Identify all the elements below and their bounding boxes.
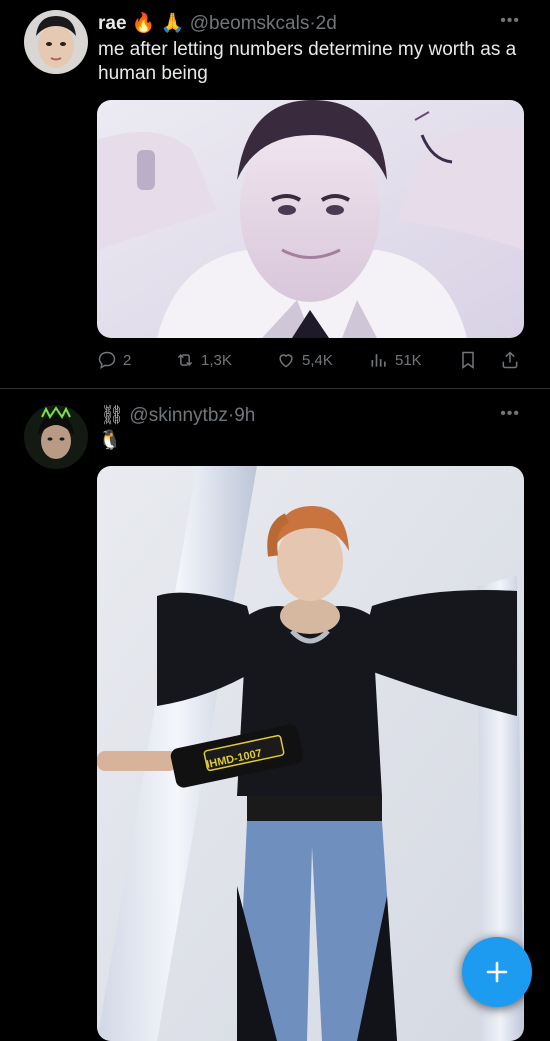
tweet-2[interactable]: ⛓ @skinnytbz·9h ••• 🐧 IHMD-1007 (0, 389, 550, 1041)
reply-count: 2 (123, 351, 132, 369)
fire-emoji: 🔥 (131, 13, 156, 34)
reply-button[interactable]: 2 (97, 350, 131, 370)
tweet-1[interactable]: rae 🔥 🙏 @beomskcals·2d ••• me after lett… (0, 0, 550, 388)
more-options-icon[interactable]: ••• (500, 12, 520, 30)
plus-icon (486, 961, 508, 983)
retweet-button[interactable]: 1,3K (175, 350, 232, 370)
tweet-media[interactable] (97, 100, 524, 338)
avatar[interactable] (24, 405, 88, 469)
tweet-text: 🐧 (98, 430, 122, 451)
bookmark-icon (462, 351, 474, 369)
timestamp[interactable]: 2d (316, 13, 337, 34)
display-name[interactable]: rae (98, 13, 127, 34)
like-count: 5,4K (302, 351, 333, 369)
avatar[interactable] (24, 10, 88, 74)
tweet-header: rae 🔥 🙏 @beomskcals·2d (98, 11, 337, 35)
retweet-count: 1,3K (201, 351, 232, 369)
bookmark-button[interactable] (458, 350, 478, 370)
reply-icon (98, 351, 116, 369)
more-options-icon[interactable]: ••• (500, 405, 520, 423)
tweet-header: ⛓ @skinnytbz·9h (100, 403, 255, 427)
compose-button[interactable] (462, 937, 532, 1007)
tweet-media[interactable]: IHMD-1007 (97, 466, 524, 1041)
share-button[interactable] (500, 350, 520, 370)
display-name-symbol[interactable]: ⛓ (100, 405, 124, 426)
views-button[interactable]: 51K (369, 350, 422, 370)
timestamp[interactable]: 9h (234, 405, 255, 426)
tweet-text: me after letting numbers determine my wo… (98, 39, 517, 84)
pray-emoji: 🙏 (160, 13, 185, 34)
tweet-actions: 2 1,3K 5,4K 51K (97, 350, 524, 370)
media-image (97, 100, 524, 338)
share-icon (502, 351, 518, 369)
avatar-image (24, 10, 88, 74)
views-count: 51K (395, 351, 422, 369)
like-button[interactable]: 5,4K (276, 350, 333, 370)
retweet-icon (177, 353, 193, 367)
media-image: IHMD-1007 (97, 466, 524, 1041)
username[interactable]: @skinnytbz (129, 405, 228, 426)
views-icon (371, 354, 386, 367)
heart-icon (279, 354, 293, 368)
avatar-image (24, 405, 88, 469)
username[interactable]: @beomskcals (190, 13, 310, 34)
